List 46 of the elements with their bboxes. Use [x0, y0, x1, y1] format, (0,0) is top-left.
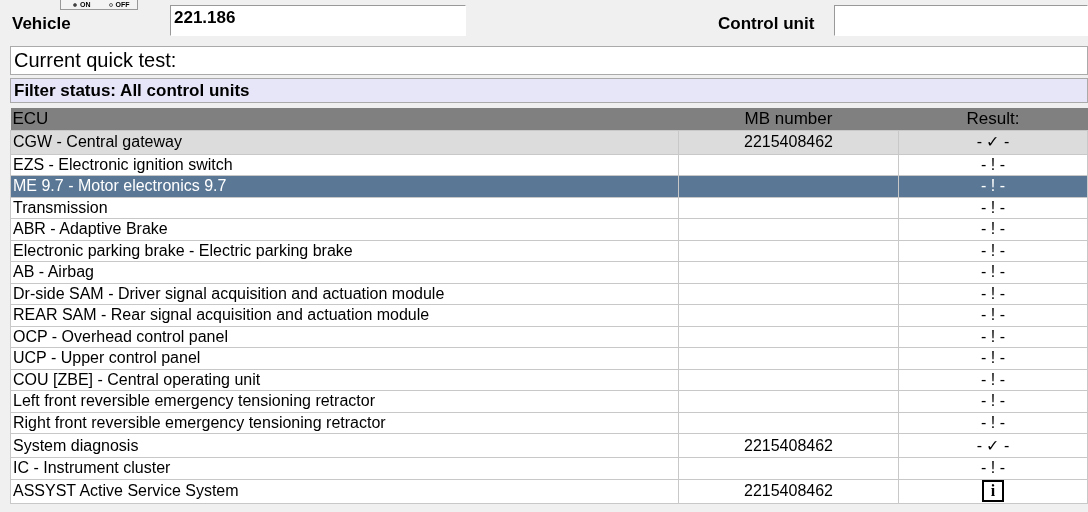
filter-status: Filter status: All control units	[10, 78, 1088, 103]
control-unit-field[interactable]	[834, 5, 1088, 36]
table-cell: - ! -	[898, 369, 1088, 391]
table-cell[interactable]: IC - Instrument cluster	[10, 457, 679, 479]
table-cell[interactable]: ASSYST Active Service System	[10, 479, 679, 503]
table-cell[interactable]: CGW - Central gateway	[10, 130, 679, 154]
table-cell: - ✓ -	[898, 433, 1088, 458]
table-cell[interactable]: ABR - Adaptive Brake	[10, 218, 679, 240]
column-header: ECU	[10, 108, 679, 130]
table-cell[interactable]: AB - Airbag	[10, 261, 679, 283]
table-cell[interactable]: EZS - Electronic ignition switch	[10, 154, 679, 176]
table-cell: - ✓ -	[898, 130, 1088, 154]
table-cell: - ! -	[898, 304, 1088, 326]
table-cell: - ! -	[898, 326, 1088, 348]
column-header: Result:	[898, 108, 1088, 130]
column-header: MB number	[678, 108, 899, 130]
table-cell[interactable]: Dr-side SAM - Driver signal acquisition and actuation module	[10, 283, 679, 305]
table-cell: - ! -	[898, 218, 1088, 240]
table-cell: - ! -	[898, 390, 1088, 412]
table-cell: 2215408462	[678, 130, 899, 154]
table-cell[interactable]: REAR SAM - Rear signal acquisition and actuation module	[10, 304, 679, 326]
table-cell: 2215408462	[678, 479, 899, 503]
vehicle-field[interactable]: 221.186	[170, 5, 466, 36]
table-cell[interactable]: Left front reversible emergency tensioning retractor	[10, 390, 679, 412]
table-cell[interactable]: Transmission	[10, 197, 679, 219]
info-icon[interactable]: i	[982, 480, 1004, 502]
quick-test-field: Current quick test:	[10, 46, 1088, 75]
table-cell: - ! -	[898, 261, 1088, 283]
table-cell[interactable]: Electronic parking brake - Electric parking brake	[10, 240, 679, 262]
table-cell: 2215408462	[678, 433, 899, 458]
table-cell: - ! -	[898, 412, 1088, 434]
table-cell: - ! -	[898, 283, 1088, 305]
table-cell: - ! -	[898, 197, 1088, 219]
table-cell[interactable]: OCP - Overhead control panel	[10, 326, 679, 348]
table-cell: - ! -	[898, 154, 1088, 176]
table-cell: - ! -	[898, 347, 1088, 369]
table-cell[interactable]: COU [ZBE] - Central operating unit	[10, 369, 679, 391]
table-cell: - ! -	[898, 175, 1088, 197]
table-cell[interactable]: ME 9.7 - Motor electronics 9.7	[10, 175, 679, 197]
table-cell[interactable]: System diagnosis	[10, 433, 679, 458]
table-cell: - ! -	[898, 240, 1088, 262]
table-cell[interactable]: UCP - Upper control panel	[10, 347, 679, 369]
table-cell[interactable]: Right front reversible emergency tensioning retractor	[10, 412, 679, 434]
control-unit-label: Control unit	[718, 13, 816, 35]
vehicle-label: Vehicle	[12, 13, 72, 35]
table-cell: - ! -	[898, 457, 1088, 479]
